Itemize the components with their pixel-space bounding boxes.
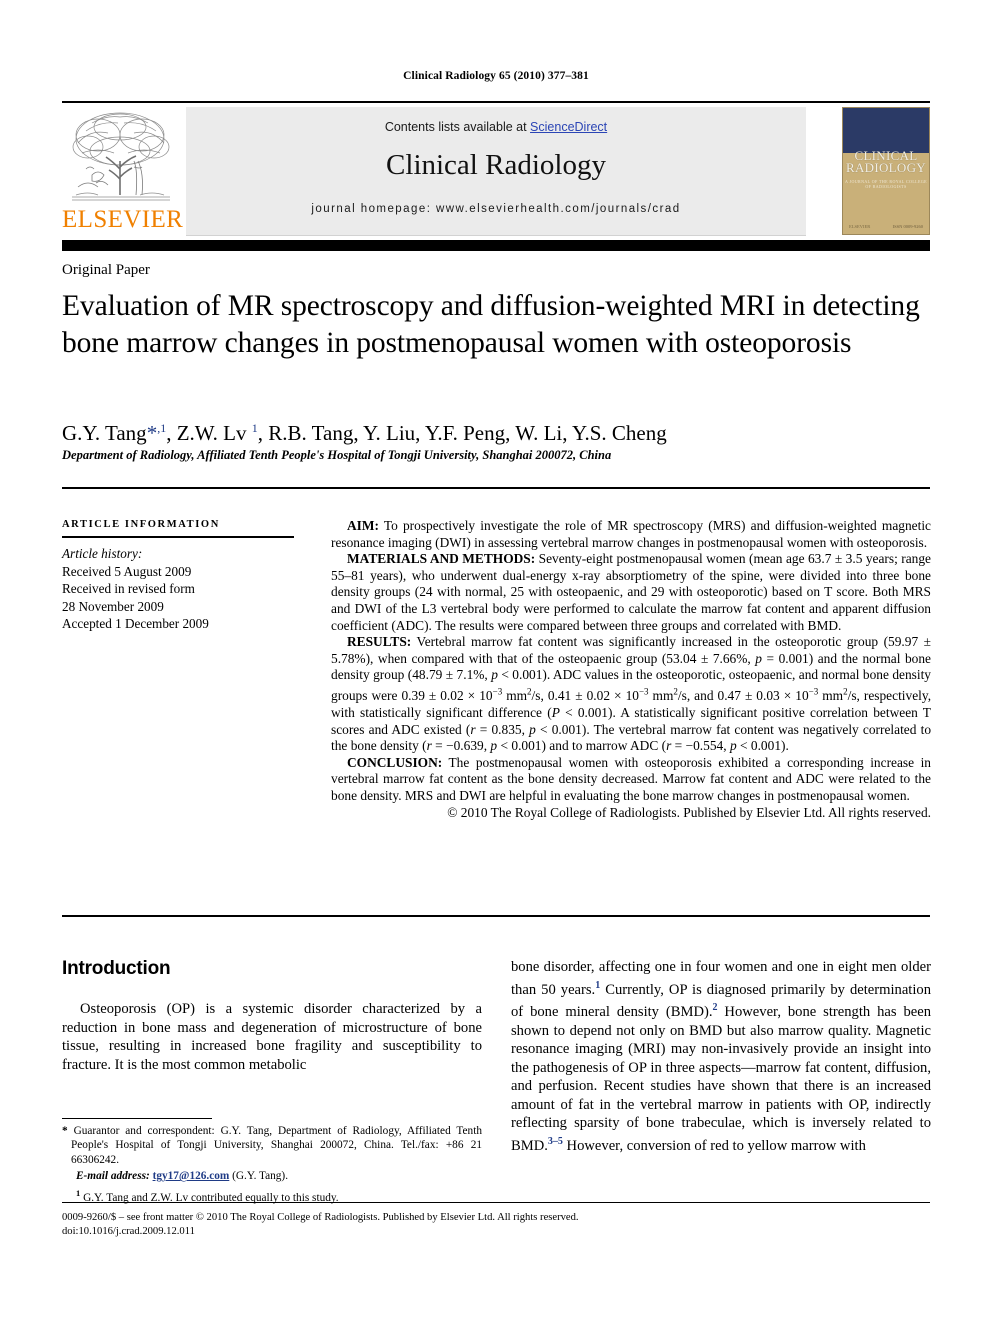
article-information-block: Article information Article history: Rec… bbox=[62, 519, 294, 633]
elsevier-logo: ELSEVIER bbox=[62, 107, 184, 235]
article-history-line: Received 5 August 2009 bbox=[62, 563, 192, 579]
footer-divider bbox=[62, 1202, 930, 1203]
article-history-line: Received in revised form bbox=[62, 581, 195, 596]
cover-title: CLINICAL RADIOLOGY bbox=[843, 149, 929, 176]
affiliation: Department of Radiology, Affiliated Tent… bbox=[62, 448, 612, 462]
footnote-email-label: E-mail address: bbox=[76, 1170, 150, 1183]
article-history: Article history: Received 5 August 2009 … bbox=[62, 545, 294, 633]
divider-below-abstract bbox=[62, 915, 930, 917]
cover-top-band bbox=[843, 108, 929, 154]
journal-masthead: ELSEVIER Contents lists available at Sci… bbox=[62, 101, 930, 236]
running-head: Clinical Radiology 65 (2010) 377–381 bbox=[403, 70, 589, 82]
abstract-aim: AIM: To prospectively investigate the ro… bbox=[331, 518, 931, 551]
abstract: AIM: To prospectively investigate the ro… bbox=[331, 518, 931, 821]
masthead-band: Contents lists available at ScienceDirec… bbox=[186, 107, 806, 236]
email-link[interactable]: tgy17@126.com bbox=[153, 1170, 230, 1182]
contents-prefix: Contents lists available at bbox=[384, 120, 531, 134]
cover-title-line2: RADIOLOGY bbox=[846, 160, 926, 176]
abstract-methods-label: MATERIALS AND METHODS: bbox=[347, 551, 536, 567]
journal-article-page: Clinical Radiology 65 (2010) 377–381 ELS… bbox=[0, 0, 992, 1323]
article-history-label: Article history: bbox=[62, 546, 143, 561]
abstract-aim-label: AIM: bbox=[347, 518, 379, 533]
article-history-line: Accepted 1 December 2009 bbox=[62, 616, 209, 631]
footer-copyright-block: 0009-9260/$ – see front matter © 2010 Th… bbox=[62, 1211, 930, 1238]
article-information-heading: Article information bbox=[62, 519, 220, 530]
contents-available-line: Contents lists available at ScienceDirec… bbox=[186, 120, 806, 134]
page-title: Evaluation of MR spectroscopy and diffus… bbox=[62, 290, 920, 359]
journal-homepage-line[interactable]: journal homepage: www.elsevierhealth.com… bbox=[186, 203, 806, 215]
footnote-divider bbox=[62, 1118, 212, 1119]
section-heading-introduction: Introduction bbox=[62, 958, 171, 979]
footnotes: * Guarantor and correspondent: G.Y. Tang… bbox=[62, 1124, 482, 1205]
article-information-divider bbox=[62, 536, 294, 538]
body-column-left: Introduction Osteoporosis (OP) is a syst… bbox=[62, 958, 482, 1074]
abstract-conclusion-label: CONCLUSION: bbox=[347, 754, 443, 770]
footnote-email-suffix: (G.Y. Tang). bbox=[229, 1170, 289, 1183]
abstract-results-label: RESULTS: bbox=[347, 634, 412, 650]
author-list: G.Y. Tang*,1, Z.W. Lv 1, R.B. Tang, Y. L… bbox=[62, 421, 667, 445]
footer-doi: doi:10.1016/j.crad.2009.12.011 bbox=[62, 1225, 195, 1237]
journal-title: Clinical Radiology bbox=[386, 149, 606, 181]
divider-above-abstract bbox=[62, 487, 930, 489]
cover-subtitle: A JOURNAL OF THE ROYAL COLLEGE OF RADIOL… bbox=[845, 178, 927, 189]
journal-cover-thumbnail: CLINICAL RADIOLOGY A JOURNAL OF THE ROYA… bbox=[842, 107, 930, 235]
abstract-results: RESULTS: Vertebral marrow fat content wa… bbox=[331, 634, 931, 755]
sciencedirect-link[interactable]: ScienceDirect bbox=[530, 120, 607, 134]
cover-footer-left: ELSEVIER bbox=[849, 224, 871, 229]
abstract-results-text: Vertebral marrow fat content was signifi… bbox=[331, 634, 932, 754]
abstract-aim-text: To prospectively investigate the role of… bbox=[331, 518, 931, 550]
introduction-paragraph-right: bone disorder, affecting one in four wom… bbox=[511, 959, 931, 1154]
elsevier-wordmark: ELSEVIER bbox=[62, 206, 184, 233]
abstract-conclusion: CONCLUSION: The postmenopausal women wit… bbox=[331, 755, 931, 805]
article-type-label: Original Paper bbox=[62, 262, 150, 278]
footnote-email: E-mail address: tgy17@126.com (G.Y. Tang… bbox=[62, 1169, 482, 1183]
article-history-line: 28 November 2009 bbox=[62, 598, 164, 614]
footnote-corresponding-author: * Guarantor and correspondent: G.Y. Tang… bbox=[62, 1125, 482, 1166]
body-column-right: bone disorder, affecting one in four wom… bbox=[511, 958, 931, 1156]
elsevier-tree-icon bbox=[68, 109, 174, 207]
abstract-methods: MATERIALS AND METHODS: Seventy-eight pos… bbox=[331, 551, 931, 634]
introduction-paragraph-left: Osteoporosis (OP) is a systemic disorder… bbox=[62, 1001, 482, 1073]
masthead-black-bar bbox=[62, 240, 930, 251]
cover-footer-right: ISSN 0009-9260 bbox=[892, 224, 923, 229]
footer-issn-line: 0009-9260/$ – see front matter © 2010 Th… bbox=[62, 1212, 579, 1223]
abstract-copyright: © 2010 The Royal College of Radiologists… bbox=[447, 804, 931, 820]
